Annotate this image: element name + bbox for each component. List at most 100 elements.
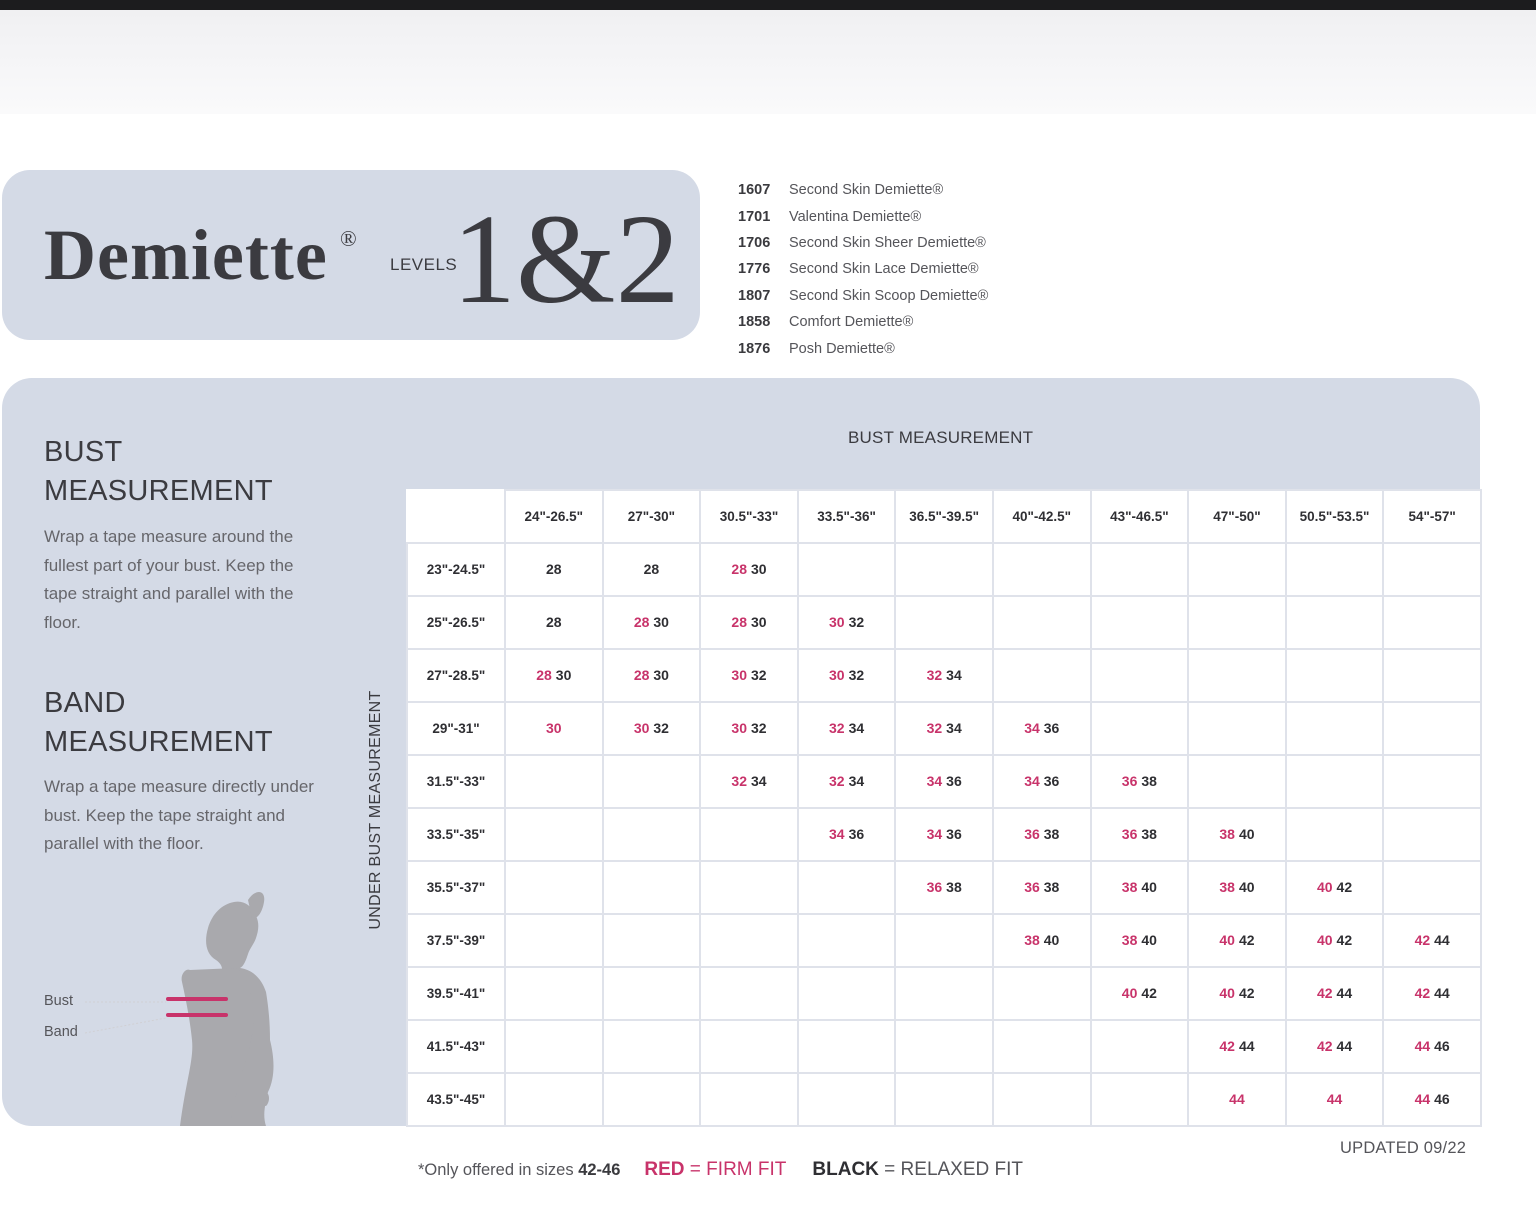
firm-fit-size: 32 <box>731 772 747 789</box>
size-cell <box>991 648 1092 703</box>
size-cell: 28 30 <box>601 648 702 703</box>
size-cell: 38 40 <box>1089 860 1190 915</box>
relaxed-fit-size: 34 <box>848 772 865 789</box>
relaxed-fit-size: 42 <box>1141 984 1157 1001</box>
bust-range-header: 43"-46.5" <box>1089 489 1190 544</box>
band-section-title: BAND MEASUREMENT <box>44 684 273 762</box>
firm-fit-size: 28 <box>633 613 650 630</box>
legend-black-meaning: = RELAXED FIT <box>878 1159 1024 1180</box>
size-cell <box>1382 860 1482 915</box>
size-cell <box>1187 701 1287 756</box>
bust-measurement-heading: BUST MEASUREMENT <box>848 428 1034 447</box>
firm-fit-size: 32 <box>829 719 845 736</box>
size-cell <box>1382 754 1482 809</box>
bust-range-header: 40"-42.5" <box>991 489 1092 544</box>
size-cell <box>796 1019 897 1074</box>
size-cell <box>504 1072 604 1127</box>
band-instructions: Wrap a tape measure directly under bust.… <box>44 777 314 853</box>
relaxed-fit-size: 42 <box>1336 878 1353 895</box>
style-item: 1607 Second Skin Demiette® <box>738 177 988 203</box>
relaxed-fit-size: 30 <box>653 666 669 683</box>
size-cell: 30 32 <box>699 648 799 703</box>
under-bust-range-header: 37.5"-39" <box>406 913 506 968</box>
legend-firm-fit: RED = FIRM FIT <box>644 1159 786 1181</box>
style-item: 1876 Posh Demiette® <box>738 335 988 361</box>
registered-mark: ® <box>340 226 357 251</box>
relaxed-fit-size: 38 <box>946 878 962 895</box>
size-cell: 32 34 <box>796 754 897 809</box>
size-cell: 36 38 <box>1089 754 1190 809</box>
size-cell: 36 38 <box>991 807 1092 862</box>
firm-fit-size: 42 <box>1316 984 1333 1001</box>
legend-footer: *Only offered in sizes 42-46 RED = FIRM … <box>418 1159 1023 1181</box>
relaxed-fit-size: 38 <box>1141 825 1157 842</box>
size-cell <box>699 860 799 915</box>
size-cell <box>601 966 702 1021</box>
size-cell <box>1089 1072 1190 1127</box>
header-band <box>0 10 1536 114</box>
firm-fit-size: 34 <box>926 825 943 842</box>
under-bust-range-header: 25"-26.5" <box>406 595 506 650</box>
relaxed-fit-size: 40 <box>1238 825 1255 842</box>
size-cell: 34 36 <box>991 701 1092 756</box>
size-cell <box>1187 595 1287 650</box>
relaxed-fit-size: 40 <box>1141 931 1157 948</box>
style-item: 1701 Valentina Demiette® <box>738 203 988 229</box>
size-cell <box>991 542 1092 597</box>
relaxed-fit-size: 44 <box>1336 984 1353 1001</box>
size-cell: 28 <box>601 542 702 597</box>
firm-fit-size: 36 <box>1121 772 1138 789</box>
style-item: 1807 Second Skin Scoop Demiette® <box>738 283 988 309</box>
firm-fit-size: 34 <box>1024 772 1040 789</box>
size-cell: 40 42 <box>1284 860 1385 915</box>
table-row: 29"-31" 30 30 32 30 32 32 34 32 34 34 36 <box>406 701 1482 756</box>
firm-fit-size: 40 <box>1316 878 1333 895</box>
style-name: Second Skin Sheer Demiette® <box>789 234 986 251</box>
under-bust-range-header: 31.5"-33" <box>406 754 506 809</box>
style-code: 1776 <box>738 261 771 278</box>
size-cell: 40 42 <box>1187 913 1287 968</box>
relaxed-fit-size: 38 <box>1043 825 1060 842</box>
size-cell <box>796 913 897 968</box>
table-row: 39.5"-41" 40 42 40 42 42 44 42 44 <box>406 966 1482 1021</box>
size-cell <box>1187 648 1287 703</box>
under-bust-range-header: 23"-24.5" <box>406 542 506 597</box>
relaxed-fit-size: 32 <box>848 666 865 683</box>
relaxed-fit-size: 36 <box>946 772 962 789</box>
firm-fit-size: 34 <box>926 772 943 789</box>
table-row: 43.5"-45" 44 44 44 46 <box>406 1072 1482 1127</box>
under-bust-range-header: 39.5"-41" <box>406 966 506 1021</box>
size-cell: 30 <box>504 701 604 756</box>
measurement-figure: Bust Band <box>30 880 290 1126</box>
table-row: 31.5"-33" 32 34 32 34 34 36 34 36 36 38 <box>406 754 1482 809</box>
firm-fit-size: 44 <box>1414 1037 1431 1054</box>
firm-fit-size: 40 <box>1121 984 1138 1001</box>
bust-range-header: 47"-50" <box>1187 489 1287 544</box>
under-bust-range-header: 29"-31" <box>406 701 506 756</box>
size-cell <box>1187 754 1287 809</box>
band-tape-line <box>166 1013 228 1017</box>
relaxed-fit-size: 30 <box>653 613 669 630</box>
size-cell <box>1382 701 1482 756</box>
size-cell: 30 32 <box>601 701 702 756</box>
style-code: 1607 <box>738 182 771 199</box>
firm-fit-size: 30 <box>546 719 562 736</box>
relaxed-fit-size: 32 <box>750 666 767 683</box>
size-cell <box>991 595 1092 650</box>
style-item: 1776 Second Skin Lace Demiette® <box>738 256 988 282</box>
firm-fit-size: 36 <box>1121 825 1138 842</box>
size-cell <box>1284 701 1385 756</box>
size-cell: 30 32 <box>796 648 897 703</box>
size-cell <box>894 595 994 650</box>
style-name: Comfort Demiette® <box>789 314 914 331</box>
size-cell <box>699 1072 799 1127</box>
size-cell: 32 34 <box>894 701 994 756</box>
style-name: Second Skin Lace Demiette® <box>789 261 979 278</box>
band-title-line2: MEASUREMENT <box>44 726 273 758</box>
size-cell <box>699 807 799 862</box>
size-cell <box>1089 701 1190 756</box>
size-cell: 42 44 <box>1187 1019 1287 1074</box>
bust-tape-line <box>166 997 228 1001</box>
table-row: 23"-24.5" 28 28 28 30 <box>406 542 1482 597</box>
relaxed-fit-size: 30 <box>750 613 767 630</box>
